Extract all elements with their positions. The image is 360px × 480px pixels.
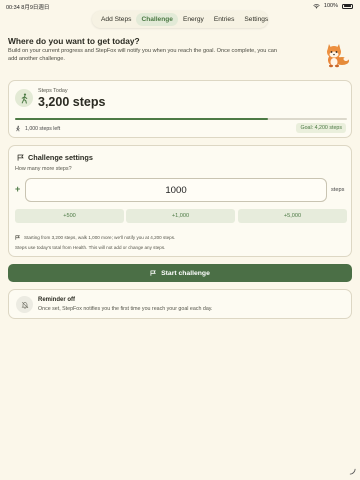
steps-today-label: Steps Today: [38, 88, 68, 94]
challenge-settings-card: Challenge settings How many more steps? …: [8, 145, 352, 257]
battery-icon: [342, 3, 353, 9]
reminder-description: Once set, StepFox notifies you the first…: [38, 306, 213, 312]
small-walking-icon: [16, 125, 20, 132]
start-challenge-label: Start challenge: [161, 269, 210, 277]
wifi-icon: [313, 3, 320, 9]
plus-icon: +: [15, 184, 21, 194]
add-500-button[interactable]: +500: [15, 209, 124, 223]
steps-left-text: 1,000 steps left: [25, 125, 61, 132]
additional-steps-input[interactable]: [25, 178, 327, 202]
resize-handle-icon[interactable]: [349, 468, 356, 475]
tab-challenge[interactable]: Challenge: [136, 13, 178, 26]
status-time: 00:34: [6, 5, 20, 11]
steps-today-value: 3,200 steps: [38, 95, 106, 109]
challenge-settings-title: Challenge settings: [28, 153, 93, 162]
walk-badge: [15, 89, 33, 107]
steps-unit-label: steps: [331, 187, 345, 193]
battery-percent: 100%: [323, 3, 338, 9]
walking-person-icon: [21, 93, 27, 104]
reminder-title: Reminder off: [38, 297, 76, 303]
reminder-card[interactable]: Reminder off Once set, StepFox notifies …: [8, 289, 352, 319]
challenge-settings-header: Challenge settings: [17, 153, 93, 162]
start-challenge-button[interactable]: Start challenge: [8, 264, 352, 282]
tab-add-steps[interactable]: Add Steps: [96, 13, 136, 26]
tab-energy[interactable]: Energy: [178, 13, 209, 26]
steps-progress-fill: [15, 118, 268, 120]
tab-entries[interactable]: Entries: [209, 13, 240, 26]
status-time-date: 00:34 8月9日週日: [6, 3, 49, 11]
steps-today-card: Steps Today 3,200 steps 1,000 steps left…: [8, 80, 352, 138]
flag-icon: [150, 270, 157, 276]
goal-badge: Goal: 4,200 steps: [296, 123, 346, 133]
steps-progress-track: [15, 118, 347, 120]
bell-badge: [16, 296, 33, 313]
flag-icon: [15, 235, 20, 240]
steps-left-row: 1,000 steps left: [15, 125, 60, 132]
page-title: Where do you want to get today?: [8, 36, 140, 46]
tab-bar: Add Steps Challenge Energy Entries Setti…: [92, 11, 268, 28]
page-description: Build on your current progress and StepF…: [8, 48, 277, 62]
health-note: Steps use today's total from Health. Thi…: [15, 245, 166, 250]
challenge-info-text: Starting from 3,200 steps, walk 1,000 mo…: [24, 235, 176, 240]
flag-icon: [17, 154, 24, 161]
bell-slash-icon: [21, 301, 28, 309]
tab-settings[interactable]: Settings: [239, 13, 273, 26]
challenge-info-row: Starting from 3,200 steps, walk 1,000 mo…: [15, 235, 175, 240]
add-5000-button[interactable]: +5,000: [238, 209, 347, 223]
status-date: 8月9日週日: [21, 5, 50, 11]
add-1000-button[interactable]: +1,000: [126, 209, 235, 223]
fox-mascot-icon: [327, 44, 349, 68]
status-indicators: 100%: [313, 3, 353, 9]
steps-question-label: How many more steps?: [15, 166, 72, 172]
